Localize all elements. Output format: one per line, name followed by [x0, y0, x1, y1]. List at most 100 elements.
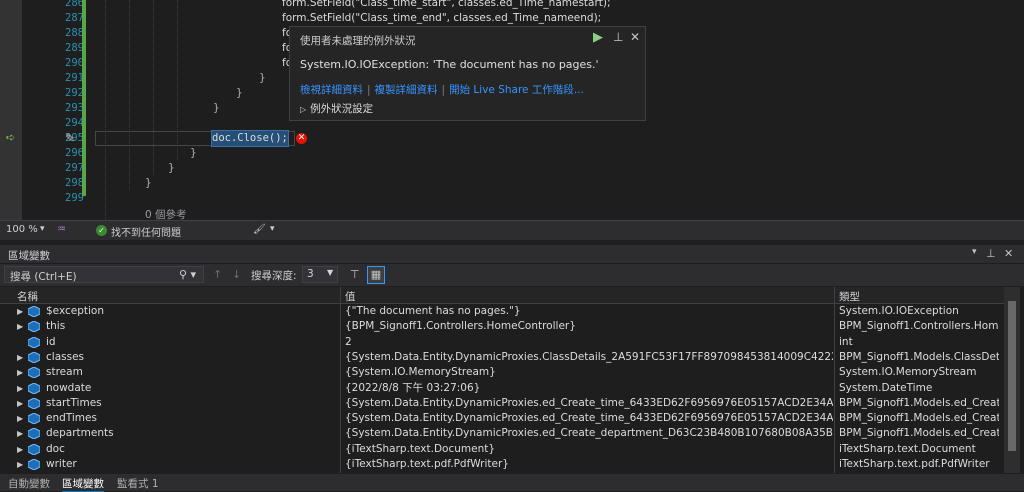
variable-name: doc: [46, 442, 65, 455]
change-tracking-bar: [82, 0, 86, 196]
indent-guide: [129, 0, 130, 190]
code-editor[interactable]: 286 287 288 289 290 291 292 293 294 295 296 297 298 2…: [0, 0, 1024, 220]
code-line-286: form.SetField("Class_time_start", classe…: [282, 0, 611, 11]
search-depth-value: 3: [307, 268, 314, 280]
variable-value: {System.Data.Entity.DynamicProxies.ed_Cr…: [345, 396, 833, 409]
table-row[interactable]: ▶ $exception {"The document has no pages."…: [0, 304, 1004, 319]
search-icon[interactable]: ⚲ ▾: [179, 268, 196, 281]
chevron-down-icon: ▼: [327, 268, 334, 277]
table-row[interactable]: ▶ this {BPM_Signoff1.Controllers.HomeContr…: [0, 319, 1004, 334]
execution-pointer-icon[interactable]: ➪: [6, 132, 18, 143]
table-row[interactable]: id 2 int: [0, 335, 1004, 350]
line-number: 288: [65, 27, 84, 39]
variable-type: BPM_Signoff1.Controllers.Hom...: [839, 320, 999, 333]
expand-arrow-icon[interactable]: ▶: [17, 319, 23, 334]
variable-name: endTimes: [46, 412, 97, 425]
line-number: 286: [65, 0, 84, 9]
dropdown-icon[interactable]: ▾: [972, 247, 977, 257]
search-depth-select[interactable]: 3 ▼: [302, 266, 338, 283]
edit-and-continue-icon[interactable]: ✎: [65, 132, 75, 144]
table-row[interactable]: ▶ doc {iTextSharp.text.Document} iTextSharp…: [0, 442, 1004, 457]
exception-links: 檢視詳細資料 | 複製詳細資料 | 開始 Live Share 工作階段...: [300, 82, 584, 97]
bottom-tab[interactable]: 區域變數: [62, 476, 104, 492]
table-row[interactable]: ▶ writer {iTextSharp.text.pdf.PdfWriter} iT…: [0, 457, 1004, 472]
code-line-296: }: [190, 147, 197, 159]
table-row[interactable]: ▶ endTimes {System.Data.Entity.DynamicProx…: [0, 411, 1004, 426]
variable-icon: [28, 351, 40, 363]
copilot-icon[interactable]: ♒: [57, 224, 66, 235]
table-row[interactable]: ▶ startTimes {System.Data.Entity.DynamicPr…: [0, 396, 1004, 411]
expand-arrow-icon[interactable]: ▶: [17, 442, 23, 457]
expand-arrow-icon[interactable]: ▶: [17, 350, 23, 365]
column-header-name[interactable]: 名稱: [17, 289, 38, 304]
close-icon[interactable]: ✕: [1004, 247, 1013, 260]
variable-icon: [28, 382, 40, 394]
brush-dropdown-icon[interactable]: ▾: [270, 224, 275, 234]
expand-arrow-icon[interactable]: ▶: [17, 381, 23, 396]
expand-arrow-icon[interactable]: ▶: [17, 365, 23, 380]
view-toggle-icon[interactable]: ▦: [367, 266, 385, 284]
exception-settings-toggle[interactable]: ▷ 例外狀況設定: [300, 101, 373, 116]
check-circle-icon: ✓: [96, 225, 107, 236]
line-number: 293: [65, 102, 84, 114]
expand-arrow-icon[interactable]: ▶: [17, 457, 23, 472]
panel-title: 區域變數: [8, 250, 50, 262]
view-details-link[interactable]: 檢視詳細資料: [300, 84, 363, 96]
column-header-value[interactable]: 值: [345, 289, 356, 304]
exception-message-text: System.IO.IOException: 'The document has…: [300, 58, 599, 71]
issues-status[interactable]: 找不到任何問題: [111, 224, 181, 239]
pin-columns-icon[interactable]: ⊤: [350, 268, 360, 281]
arrow-down-icon[interactable]: ↓: [232, 268, 241, 281]
expand-arrow-icon[interactable]: ▶: [17, 426, 23, 441]
code-line-297: }: [168, 162, 175, 174]
expand-arrow-icon[interactable]: ▶: [17, 396, 23, 411]
variable-icon: [28, 336, 40, 348]
variable-type: BPM_Signoff1.Models.ed_Creat...: [839, 427, 999, 440]
variable-icon: [28, 397, 40, 409]
code-line-293: }: [213, 102, 220, 114]
code-line-295[interactable]: doc.Close();: [211, 130, 289, 147]
table-row[interactable]: ▶ departments {System.Data.Entity.DynamicP…: [0, 426, 1004, 441]
table-row[interactable]: ▶ nowdate {2022/8/8 下午 03:27:06} System.Dat…: [0, 381, 1004, 396]
expand-arrow-icon[interactable]: ▶: [17, 411, 23, 426]
variable-name: writer: [46, 458, 77, 470]
pin-icon[interactable]: ⊥: [613, 30, 623, 44]
copy-details-link[interactable]: 複製詳細資料: [375, 84, 438, 96]
brush-icon[interactable]: 🖌: [253, 224, 266, 235]
link-separator: |: [367, 84, 371, 96]
vertical-scrollbar[interactable]: [1004, 287, 1020, 473]
variable-type: System.DateTime: [839, 381, 933, 394]
arrow-up-icon[interactable]: ↑: [213, 268, 222, 281]
search-input[interactable]: 搜尋 (Ctrl+E) ⚲ ▾: [4, 266, 204, 283]
start-live-share-link[interactable]: 開始 Live Share 工作階段...: [449, 84, 584, 96]
exception-settings-label: 例外狀況設定: [310, 103, 374, 115]
zoom-level[interactable]: 100 %: [6, 224, 38, 235]
line-number-gutter: 286 287 288 289 290 291 292 293 294 295 296 297 298 2…: [22, 0, 84, 220]
code-text: form.SetField("Class_time_end", classes.…: [282, 12, 602, 24]
column-header-type[interactable]: 類型: [839, 289, 860, 304]
line-number: 298: [65, 177, 84, 189]
bottom-tab[interactable]: 自動變數: [8, 476, 50, 491]
bottom-tab[interactable]: 監看式 1: [117, 476, 159, 491]
close-icon[interactable]: ✕: [630, 30, 640, 44]
expand-arrow-icon[interactable]: ▶: [17, 304, 23, 319]
variable-icon: [28, 428, 40, 440]
zoom-dropdown-icon[interactable]: ▾: [40, 224, 45, 234]
table-row[interactable]: ▶ stream {System.IO.MemoryStream} System.IO…: [0, 365, 1004, 380]
variable-icon: [28, 321, 40, 333]
pin-icon[interactable]: ⊥: [986, 247, 996, 260]
variable-name: $exception: [46, 305, 104, 317]
variable-icon: [28, 306, 40, 317]
exception-icon[interactable]: ✕: [296, 133, 307, 144]
variable-value: {2022/8/8 下午 03:27:06}: [345, 381, 481, 394]
glyph-margin[interactable]: [0, 0, 22, 220]
line-number: 294: [65, 117, 84, 129]
codelens-references[interactable]: 0 個參考: [145, 207, 187, 220]
table-row[interactable]: ▶ classes {System.Data.Entity.DynamicProxi…: [0, 350, 1004, 365]
exception-popup-title: 使用者未處理的例外狀況: [300, 35, 416, 47]
variable-value: {iTextSharp.text.pdf.PdfWriter}: [345, 458, 509, 470]
continue-icon[interactable]: ▶: [593, 30, 603, 45]
variable-name: id: [46, 335, 56, 348]
scrollbar-thumb[interactable]: [1008, 301, 1016, 451]
variable-icon: [28, 367, 40, 379]
